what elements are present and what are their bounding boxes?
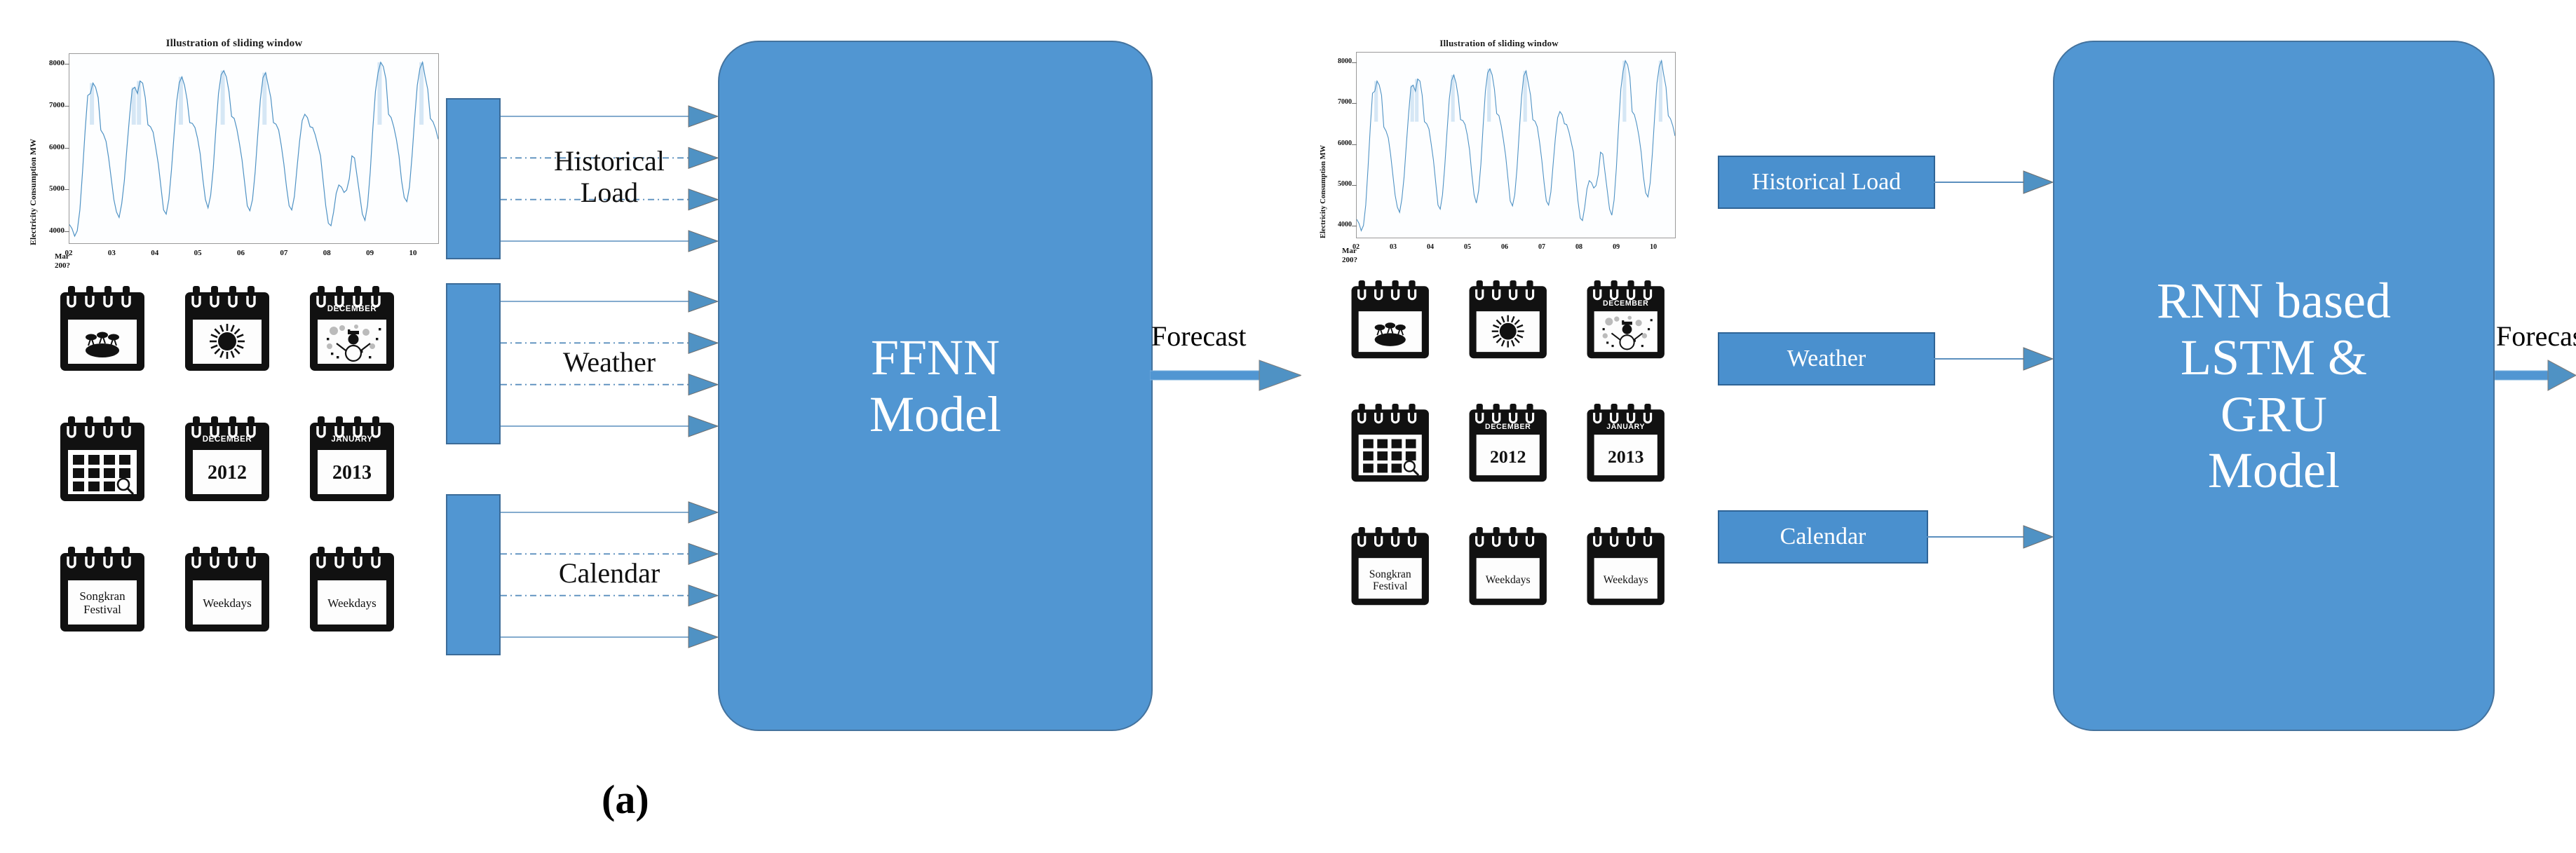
- weekdays-calendar-1: Weekdays: [1465, 527, 1550, 610]
- rain-cloud-calendar: [1348, 280, 1432, 363]
- x-tick-label: 09: [366, 249, 374, 257]
- weekdays-calendar-2: Weekdays: [306, 547, 398, 636]
- y-tick-mark: [65, 147, 69, 149]
- x-tick-label: 07: [1538, 243, 1546, 251]
- december-2012-calendar: DECEMBER 2012: [181, 416, 273, 506]
- x-tick-label: 07: [280, 249, 288, 257]
- x-tick-label: 08: [1575, 243, 1583, 251]
- group-label-weather: Weather: [562, 346, 656, 378]
- series-path-electricity-b: [1357, 59, 1675, 232]
- snowman-calendar: DECEMBER: [1583, 280, 1668, 363]
- y-tick-label: 7000: [1338, 98, 1352, 107]
- model-box-ffnn[interactable]: FFNN Model: [718, 41, 1153, 731]
- model-box-label: FFNN Model: [869, 329, 1001, 442]
- input-bar-calendar[interactable]: [446, 494, 501, 655]
- songkran-calendar: Songkran Festival: [1348, 527, 1432, 610]
- panel-caption-a: (a): [602, 777, 649, 822]
- forecast-arrow-b: [2495, 356, 2576, 395]
- sun-calendar: [181, 286, 273, 376]
- songkran-calendar: Songkran Festival: [56, 547, 149, 636]
- y-tick-mark: [1352, 185, 1357, 186]
- y-tick-label: 8000: [1338, 57, 1352, 65]
- forecast-label-b: Forecast: [2496, 320, 2576, 352]
- y-tick-mark: [65, 231, 69, 233]
- arrow-head: [688, 626, 718, 648]
- group-label-calendar: Calendar: [558, 557, 660, 589]
- connector-historical-load: [1934, 165, 2053, 199]
- input-box-label: Weather: [1787, 346, 1866, 371]
- weekdays-calendar-2: Weekdays: [1583, 527, 1668, 610]
- input-box-label: Calendar: [1780, 524, 1866, 550]
- arrow-head: [688, 501, 718, 524]
- chart-x-axis-unit-b: Mar 200?: [1342, 247, 1357, 264]
- x-tick-label: 03: [1390, 243, 1397, 251]
- y-tick-label: 8000: [49, 58, 65, 67]
- chart-plot-area-b: [1356, 52, 1676, 238]
- sliding-window-chart-a: Illustration of sliding window Electrici…: [24, 35, 445, 270]
- rain-cloud-calendar: [56, 286, 149, 376]
- panel-b: Illustration of sliding window Electrici…: [1304, 0, 2576, 853]
- grid-search-calendar: [1348, 404, 1432, 486]
- input-box-weather[interactable]: Weather: [1718, 332, 1935, 385]
- y-tick-label: 4000: [49, 226, 65, 236]
- x-tick-label: 05: [194, 249, 202, 257]
- forecast-arrow-a: [1150, 356, 1301, 395]
- input-box-historical-load[interactable]: Historical Load: [1718, 156, 1935, 209]
- x-tick-label: 06: [237, 249, 245, 257]
- connector-calendar: [1927, 520, 2053, 554]
- arrow-head: [688, 415, 718, 437]
- january-2013-calendar: JANUARY 2013: [306, 416, 398, 506]
- y-tick-label: 4000: [1338, 221, 1352, 229]
- arrow-head: [688, 230, 718, 252]
- input-box-calendar[interactable]: Calendar: [1718, 510, 1928, 564]
- y-tick-label: 5000: [49, 184, 65, 193]
- model-box-rnn[interactable]: RNN based LSTM & GRU Model: [2053, 41, 2495, 731]
- december-2012-calendar: DECEMBER 2012: [1465, 404, 1550, 486]
- y-tick-label: 5000: [1338, 180, 1352, 188]
- x-tick-label: 09: [1613, 243, 1620, 251]
- weekdays-calendar-1: Weekdays: [181, 547, 273, 636]
- input-box-label: Historical Load: [1751, 169, 1902, 195]
- panel-a: Illustration of sliding window Electrici…: [0, 0, 1304, 853]
- y-tick-mark: [1352, 144, 1357, 145]
- model-box-label: RNN based LSTM & GRU Model: [2157, 273, 2391, 499]
- chart-x-axis-unit-a: Mar 200?: [55, 252, 70, 270]
- chart-title-b: Illustration of sliding window: [1439, 38, 1559, 48]
- chart-line-svg-b: [1357, 59, 1675, 232]
- x-tick-label: 04: [1427, 243, 1435, 251]
- y-tick-mark: [65, 105, 69, 107]
- series-path-electricity: [69, 60, 438, 238]
- forecast-label-a: Forecast: [1151, 320, 1247, 352]
- input-bar-weather[interactable]: [446, 283, 501, 444]
- x-tick-label: 05: [1464, 243, 1472, 251]
- x-tick-label: 04: [151, 249, 159, 257]
- january-2013-calendar: JANUARY 2013: [1583, 404, 1668, 486]
- calendar-icon-grid-a: DECEMBER DECEMBER 2012 JANUARY 2013 Songkran F…: [56, 286, 435, 678]
- x-tick-label: 10: [409, 249, 417, 257]
- y-tick-label: 7000: [49, 100, 65, 109]
- connector-weather: [1934, 342, 2053, 376]
- x-tick-label: 03: [107, 249, 116, 257]
- sliding-window-chart-b: Illustration of sliding window Electrici…: [1317, 35, 1681, 266]
- chart-title: Illustration of sliding window: [165, 38, 303, 49]
- y-tick-mark: [65, 189, 69, 191]
- x-tick-label: 08: [323, 249, 331, 257]
- input-bar-historical-load[interactable]: [446, 98, 501, 259]
- y-tick-mark: [1352, 103, 1357, 104]
- sun-calendar: [1465, 280, 1550, 363]
- x-tick-label: 10: [1650, 243, 1658, 251]
- y-tick-label: 6000: [49, 142, 65, 151]
- grid-search-calendar: [56, 416, 149, 506]
- y-tick-mark: [1352, 62, 1357, 63]
- chart-line-svg: [69, 60, 438, 238]
- arrow-head: [688, 105, 718, 128]
- chart-plot-area-a: [69, 53, 439, 244]
- snowman-calendar: DECEMBER: [306, 286, 398, 376]
- arrow-head: [688, 290, 718, 313]
- calendar-icon-grid-b: DECEMBER DECEMBER 2012 JANUARY 2013 Songkran F…: [1348, 280, 1698, 659]
- figure-root: Illustration of sliding window Electrici…: [0, 0, 2576, 853]
- x-tick-label: 06: [1501, 243, 1509, 251]
- y-tick-label: 6000: [1338, 139, 1352, 147]
- group-label-historical-load: Historical Load: [554, 145, 665, 208]
